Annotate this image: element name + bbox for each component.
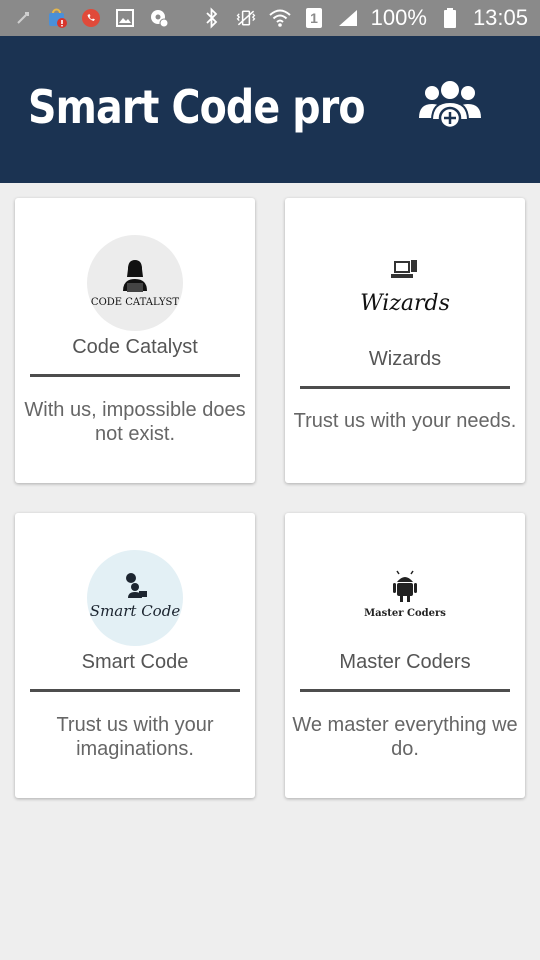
smart-code-logo: Smart Code: [87, 550, 183, 646]
master-coders-logo-text: Master Coders: [364, 608, 446, 619]
location-icon: [148, 7, 170, 29]
battery-icon: [439, 7, 461, 29]
battery-percent: 100%: [370, 5, 427, 30]
card-master-coders[interactable]: Master Coders Master Coders We master ev…: [285, 513, 525, 798]
usb-icon: [12, 7, 34, 29]
card-title: Code Catalyst: [72, 336, 198, 358]
android-icon: [397, 577, 413, 582]
card-title: Smart Code: [81, 651, 189, 673]
card-tagline: Trust us with your needs.: [293, 410, 517, 432]
card-divider: [300, 386, 510, 389]
card-divider: [300, 689, 510, 692]
gallery-icon: [114, 7, 136, 29]
wizards-logo-text: Wizards: [360, 291, 450, 316]
status-bar: 1 100% 13:05: [0, 0, 540, 36]
app-bar: Smart Code pro: [0, 36, 540, 183]
sim-icon: 1: [303, 7, 325, 29]
card-title: Master Coders: [339, 651, 471, 673]
card-smart-code[interactable]: Smart Code Smart Code Trust us with your…: [15, 513, 255, 798]
card-divider: [30, 689, 240, 692]
clock: 13:05: [472, 5, 528, 30]
status-system: 1 100% 13:05: [201, 5, 528, 31]
card-wizards[interactable]: Wizards Wizards Trust us with your needs…: [285, 198, 525, 483]
whatsapp-icon: [80, 7, 102, 29]
wifi-icon: [268, 7, 291, 29]
store-update-icon: [46, 7, 68, 29]
master-coders-logo: Master Coders: [357, 550, 453, 646]
status-notifications: [12, 7, 170, 29]
sim-slot-label: 1: [310, 10, 318, 26]
card-tagline: We master everything we do.: [292, 714, 518, 760]
card-tagline: With us, impossible does not exist.: [24, 399, 246, 445]
code-catalyst-logo-text: CODE CATALYST: [91, 297, 179, 308]
card-title: Wizards: [368, 348, 442, 370]
bluetooth-icon: [201, 7, 223, 29]
card-code-catalyst[interactable]: CODE CATALYST Code Catalyst With us, imp…: [15, 198, 255, 483]
signal-icon: [337, 7, 359, 29]
wizards-logo: Wizards: [357, 246, 453, 342]
add-group-icon: [419, 79, 481, 130]
code-catalyst-logo: CODE CATALYST: [87, 235, 183, 331]
vibrate-icon: [235, 7, 257, 29]
add-group-button[interactable]: [412, 76, 488, 132]
card-divider: [30, 374, 240, 377]
app-title: Smart Code pro: [28, 80, 366, 134]
smart-code-logo-text: Smart Code: [90, 602, 181, 620]
card-tagline: Trust us with your imaginations.: [56, 714, 214, 760]
